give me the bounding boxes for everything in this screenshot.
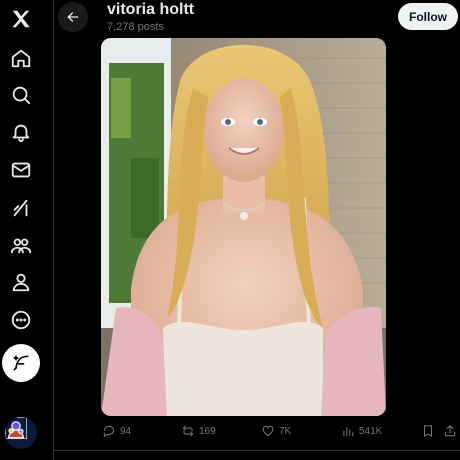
repost-count: 169 xyxy=(199,425,216,437)
bookmark-icon xyxy=(423,425,433,437)
compose-feather-icon xyxy=(13,355,29,371)
reply-button[interactable]: 94 xyxy=(102,424,131,438)
post-action-bar: 94 169 7K 541K xyxy=(0,424,460,444)
share-button[interactable] xyxy=(443,424,457,438)
views-button[interactable]: 541K xyxy=(341,424,382,438)
repost-button[interactable]: 169 xyxy=(181,424,216,438)
post-divider xyxy=(54,450,460,451)
share-icon xyxy=(444,425,456,437)
left-nav xyxy=(0,0,42,460)
views-count: 541K xyxy=(359,425,383,437)
search-icon[interactable] xyxy=(8,82,34,108)
home-icon[interactable] xyxy=(8,45,34,71)
views-bar-chart-icon xyxy=(343,426,354,437)
heart-icon xyxy=(262,425,274,437)
mail-icon[interactable] xyxy=(8,157,34,183)
column-divider xyxy=(53,0,54,460)
post-media-photo[interactable] xyxy=(101,38,386,416)
follow-button[interactable]: Follow xyxy=(398,3,458,30)
like-button[interactable]: 7K xyxy=(261,424,291,438)
x-logo-icon[interactable] xyxy=(8,6,34,32)
repost-icon xyxy=(182,425,194,437)
back-button[interactable] xyxy=(58,2,88,32)
bell-icon[interactable] xyxy=(8,119,34,145)
reply-icon xyxy=(103,425,115,437)
grok-icon[interactable] xyxy=(8,195,34,221)
communities-icon[interactable] xyxy=(8,232,34,258)
like-count: 7K xyxy=(279,425,292,437)
profile-icon[interactable] xyxy=(8,269,34,295)
posts-count: 7,278 posts xyxy=(107,21,164,33)
compose-button[interactable] xyxy=(2,344,40,382)
more-icon[interactable] xyxy=(8,307,34,333)
bookmark-button[interactable] xyxy=(421,424,435,438)
arrow-left-icon xyxy=(67,12,79,22)
reply-count: 94 xyxy=(120,425,132,437)
profile-name: vitoria holtt xyxy=(107,1,195,18)
